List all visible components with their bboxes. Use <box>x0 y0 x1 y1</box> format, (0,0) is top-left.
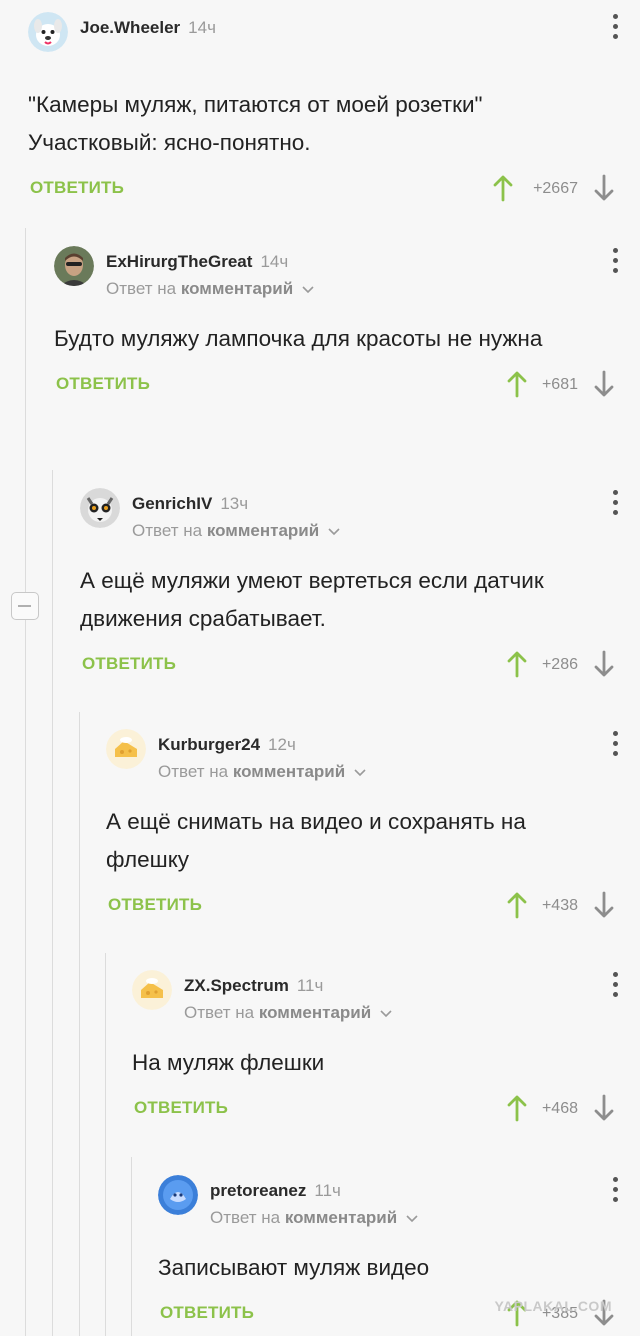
comment: ZX.Spectrum 11ч Ответ на комментарий На м… <box>132 970 640 1130</box>
cheese-avatar-icon[interactable] <box>106 729 146 769</box>
upvote-arrow-icon[interactable] <box>493 174 513 202</box>
comment-author[interactable]: ExHirurgTheGreat 14ч <box>106 252 288 272</box>
more-options-icon[interactable] <box>612 490 618 518</box>
comment-text: Будто муляжу лампочка для красоты не нуж… <box>54 326 543 351</box>
comment-thread: Joe.Wheeler 14ч "Камеры муляж, питаются о… <box>0 0 640 1336</box>
comment-header: pretoreanez 11ч Ответ на комментарий <box>158 1175 640 1227</box>
comment-actions: ОТВЕТИТЬ +468 <box>132 1090 640 1130</box>
downvote-arrow-icon[interactable] <box>594 370 614 398</box>
comment-header: Kurburger24 12ч Ответ на комментарий <box>106 729 640 781</box>
upvote-arrow-icon[interactable] <box>507 891 527 919</box>
reply-to-link[interactable]: Ответ на комментарий <box>158 762 366 782</box>
thread-line[interactable] <box>131 1157 132 1336</box>
comment-actions: ОТВЕТИТЬ +438 <box>106 887 640 927</box>
comment-header: Joe.Wheeler 14ч <box>28 12 640 60</box>
rating-count: +438 <box>541 897 578 914</box>
comment-author[interactable]: pretoreanez 11ч <box>210 1181 341 1201</box>
chevron-down-icon <box>406 1214 418 1222</box>
comment-time: 11ч <box>296 976 324 995</box>
reply-button[interactable]: ОТВЕТИТЬ <box>134 1098 228 1118</box>
comment-author[interactable]: Kurburger24 12ч <box>158 735 296 755</box>
comment-time: 13ч <box>220 494 249 513</box>
comment-actions: ОТВЕТИТЬ +286 <box>80 646 640 686</box>
comment-actions: ОТВЕТИТЬ +2667 <box>28 170 640 210</box>
collapse-thread-button[interactable] <box>11 592 39 620</box>
cheese-avatar-icon[interactable] <box>132 970 172 1010</box>
reply-to-link[interactable]: Ответ на комментарий <box>210 1208 418 1228</box>
comment-time: 14ч <box>188 18 216 37</box>
comment-text: На муляж флешки <box>132 1050 325 1075</box>
more-options-icon[interactable] <box>612 972 618 1000</box>
comment-text: "Камеры муляж, питаются от моей розетки"… <box>28 92 483 155</box>
rating-count: +2667 <box>533 180 578 197</box>
downvote-arrow-icon[interactable] <box>594 174 614 202</box>
rating-count: +468 <box>541 1100 578 1117</box>
comment-text: Записывают муляж видео <box>158 1255 430 1280</box>
blue-badge-avatar-icon[interactable] <box>158 1175 198 1215</box>
comment: Kurburger24 12ч Ответ на комментарий А ещ… <box>106 729 640 927</box>
more-options-icon[interactable] <box>612 248 618 276</box>
downvote-arrow-icon[interactable] <box>594 891 614 919</box>
downvote-arrow-icon[interactable] <box>594 1094 614 1122</box>
chevron-down-icon <box>380 1009 392 1017</box>
reply-to-link[interactable]: Ответ на комментарий <box>132 521 340 541</box>
watermark: YAPLAKAL.COM <box>494 1298 612 1314</box>
lemur-avatar-icon[interactable] <box>80 488 120 528</box>
comment-header: GenrichIV 13ч Ответ на комментарий <box>80 488 640 540</box>
comment-time: 12ч <box>268 735 296 754</box>
reply-button[interactable]: ОТВЕТИТЬ <box>56 374 150 394</box>
comment-text: А ещё муляжи умеют вертеться если датчик… <box>80 568 544 631</box>
rating-count: +286 <box>541 656 578 673</box>
comment: GenrichIV 13ч Ответ на комментарий А ещё … <box>80 488 640 686</box>
comment-actions: ОТВЕТИТЬ +681 <box>54 366 640 406</box>
reply-button[interactable]: ОТВЕТИТЬ <box>160 1303 254 1323</box>
reply-to-link[interactable]: Ответ на комментарий <box>184 1003 392 1023</box>
reply-button[interactable]: ОТВЕТИТЬ <box>30 178 124 198</box>
more-options-icon[interactable] <box>612 1177 618 1205</box>
comment-text: А ещё снимать на видео и сохранять на фл… <box>106 809 526 872</box>
chevron-down-icon <box>328 527 340 535</box>
comment-author[interactable]: Joe.Wheeler 14ч <box>80 18 216 38</box>
comment-author[interactable]: ZX.Spectrum 11ч <box>184 976 323 996</box>
thread-line[interactable] <box>105 953 106 1336</box>
comment: Joe.Wheeler 14ч "Камеры муляж, питаются о… <box>28 12 640 210</box>
chevron-down-icon <box>354 768 366 776</box>
upvote-arrow-icon[interactable] <box>507 370 527 398</box>
rating-count: +681 <box>541 376 578 393</box>
thread-line[interactable] <box>52 470 53 1336</box>
comment-time: 11ч <box>314 1181 341 1200</box>
downvote-arrow-icon[interactable] <box>594 650 614 678</box>
man-portrait-avatar-icon[interactable] <box>54 246 94 286</box>
thread-line[interactable] <box>79 712 80 1336</box>
reply-to-link[interactable]: Ответ на комментарий <box>106 279 314 299</box>
thread-line[interactable] <box>25 228 26 1336</box>
upvote-arrow-icon[interactable] <box>507 650 527 678</box>
more-options-icon[interactable] <box>612 731 618 759</box>
more-options-icon[interactable] <box>612 14 618 42</box>
comment-time: 14ч <box>260 252 289 271</box>
reply-button[interactable]: ОТВЕТИТЬ <box>108 895 202 915</box>
comment: ExHirurgTheGreat 14ч Ответ на комментарий… <box>54 246 640 406</box>
upvote-arrow-icon[interactable] <box>507 1094 527 1122</box>
chevron-down-icon <box>302 285 314 293</box>
comment-author[interactable]: GenrichIV 13ч <box>132 494 248 514</box>
dog-avatar-icon[interactable] <box>28 12 68 52</box>
comment-header: ZX.Spectrum 11ч Ответ на комментарий <box>132 970 640 1022</box>
reply-button[interactable]: ОТВЕТИТЬ <box>82 654 176 674</box>
comment-header: ExHirurgTheGreat 14ч Ответ на комментарий <box>54 246 640 298</box>
